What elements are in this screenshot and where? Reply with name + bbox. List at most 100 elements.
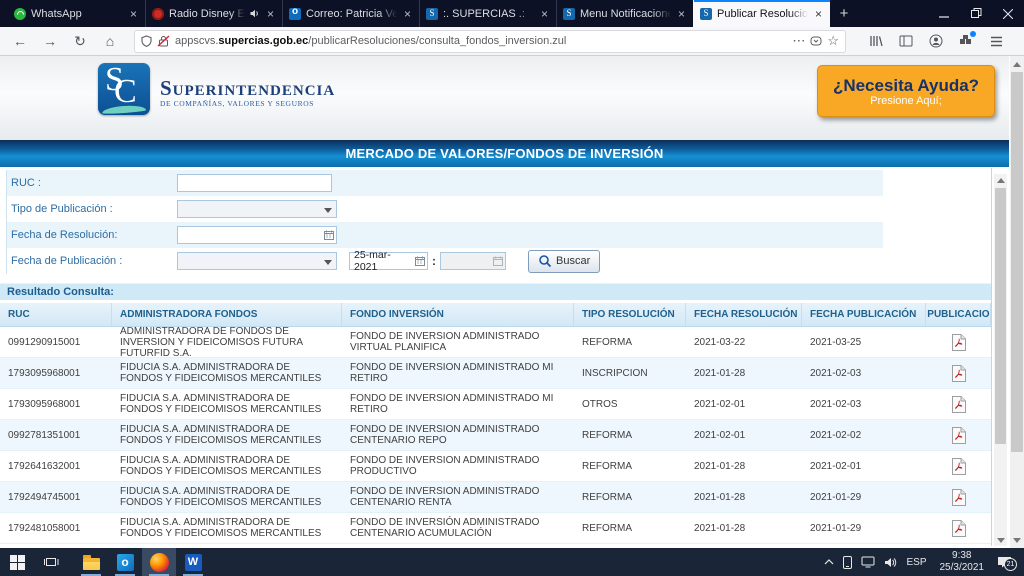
insecure-lock-icon[interactable] bbox=[157, 35, 170, 47]
table-row[interactable]: 1793095968001 FIDUCIA S.A. ADMINISTRADOR… bbox=[0, 389, 991, 420]
menu-hamburger-icon[interactable] bbox=[986, 31, 1006, 51]
tab-close-icon[interactable]: × bbox=[402, 7, 413, 21]
browser-tab[interactable]: WhatsApp × bbox=[8, 0, 145, 27]
table-row[interactable]: 0991290915001 ADMINISTRADORA DE FONDOS D… bbox=[0, 327, 991, 358]
bookmark-star-icon[interactable]: ☆ bbox=[827, 33, 839, 49]
pdf-icon[interactable] bbox=[951, 520, 966, 537]
column-header-tipo-resolucion[interactable]: TIPO RESOLUCIÓN bbox=[574, 303, 686, 326]
tab-audio-icon[interactable] bbox=[250, 9, 260, 18]
help-button[interactable]: ¿Necesita Ayuda? Presione Aquí; bbox=[817, 65, 995, 117]
address-bar[interactable]: appscvs.supercias.gob.ec/publicarResoluc… bbox=[134, 30, 846, 53]
pocket-icon[interactable] bbox=[810, 36, 822, 47]
tab-close-icon[interactable]: × bbox=[539, 7, 550, 21]
pdf-icon[interactable] bbox=[951, 489, 966, 506]
scroll-down-icon[interactable] bbox=[994, 534, 1007, 546]
inner-scrollbar-thumb[interactable] bbox=[995, 188, 1006, 444]
library-icon[interactable] bbox=[866, 31, 886, 51]
pdf-icon[interactable] bbox=[951, 365, 966, 382]
fecha-hasta-input[interactable] bbox=[440, 252, 506, 270]
minimize-button[interactable] bbox=[928, 0, 960, 27]
column-header-ruc[interactable]: RUC bbox=[0, 303, 112, 326]
outlook-button[interactable]: o bbox=[108, 548, 142, 576]
tab-close-icon[interactable]: × bbox=[128, 7, 139, 21]
cell-fondo: FONDO DE INVERSIÓN ADMINISTRADO CENTENAR… bbox=[342, 513, 574, 543]
page-actions-icon[interactable]: ⋯ bbox=[792, 33, 805, 49]
scroll-down-icon[interactable] bbox=[1010, 534, 1024, 546]
close-button[interactable] bbox=[992, 0, 1024, 27]
task-view-button[interactable] bbox=[34, 548, 68, 576]
hidden-icons-chevron-icon[interactable] bbox=[824, 559, 834, 565]
cell-fecha-publicacion: 2021-01-29 bbox=[802, 482, 926, 512]
cell-fondo: FONDO DE INVERSION ADMINISTRADO MI RETIR… bbox=[342, 358, 574, 388]
page-title: MERCADO DE VALORES/FONDOS DE INVERSIÓN bbox=[346, 146, 664, 161]
clock[interactable]: 9:38 25/3/2021 bbox=[936, 550, 989, 574]
volume-icon[interactable] bbox=[884, 557, 897, 568]
task-view-icon bbox=[43, 555, 59, 569]
cell-publicacion bbox=[926, 358, 991, 388]
extension-icon[interactable] bbox=[956, 31, 976, 51]
ruc-label: RUC : bbox=[11, 177, 177, 189]
buscar-button[interactable]: Buscar bbox=[528, 250, 600, 273]
column-header-fecha-publicacion[interactable]: FECHA PUBLICACIÓN bbox=[802, 303, 926, 326]
file-explorer-button[interactable] bbox=[74, 548, 108, 576]
calendar-icon[interactable] bbox=[415, 256, 425, 266]
table-row[interactable]: 1792494745001 FIDUCIA S.A. ADMINISTRADOR… bbox=[0, 482, 991, 513]
tipo-publicacion-select[interactable] bbox=[177, 200, 337, 218]
inner-scrollbar[interactable] bbox=[994, 174, 1007, 546]
ruc-input[interactable] bbox=[177, 174, 332, 192]
forward-button[interactable]: → bbox=[38, 30, 62, 52]
firefox-icon bbox=[150, 553, 169, 572]
word-icon: W bbox=[185, 554, 202, 571]
cell-administradora: ADMINISTRADORA DE FONDOS DE INVERSION Y … bbox=[112, 327, 342, 357]
start-button[interactable] bbox=[0, 548, 34, 576]
browser-tab[interactable]: :. SUPERCIAS .: × bbox=[419, 0, 556, 27]
your-phone-icon[interactable] bbox=[843, 556, 852, 569]
pdf-icon[interactable] bbox=[951, 334, 966, 351]
system-tray: ESP 9:38 25/3/2021 21 bbox=[824, 550, 1024, 574]
word-button[interactable]: W bbox=[176, 548, 210, 576]
search-icon bbox=[538, 254, 552, 268]
action-center-button[interactable]: 21 bbox=[997, 556, 1012, 568]
browser-tab[interactable]: Correo: Patricia Velez Yer × bbox=[282, 0, 419, 27]
browser-tab[interactable]: Publicar Resoluciones y E × bbox=[693, 0, 830, 27]
browser-tab[interactable]: Radio Disney Ecuador × bbox=[145, 0, 282, 27]
tracking-shield-icon[interactable] bbox=[141, 35, 152, 47]
table-row[interactable]: 1792481058001 FIDUCIA S.A. ADMINISTRADOR… bbox=[0, 513, 991, 544]
table-row[interactable]: 1793095968001 FIDUCIA S.A. ADMINISTRADOR… bbox=[0, 358, 991, 389]
column-header-fondo[interactable]: FONDO INVERSIÓN bbox=[342, 303, 574, 326]
outer-scrollbar-thumb[interactable] bbox=[1011, 72, 1023, 452]
column-header-fecha-resolucion[interactable]: FECHA RESOLUCIÓN bbox=[686, 303, 802, 326]
firefox-button[interactable] bbox=[142, 548, 176, 576]
fecha-publicacion-select[interactable] bbox=[177, 252, 337, 270]
browser-tab[interactable]: Menu Notificaciones Mercad × bbox=[556, 0, 693, 27]
back-button[interactable]: ← bbox=[8, 30, 32, 52]
tab-title: WhatsApp bbox=[31, 8, 123, 20]
tab-close-icon[interactable]: × bbox=[265, 7, 276, 21]
column-header-publicacion[interactable]: PUBLICACION bbox=[926, 303, 991, 326]
scroll-up-icon[interactable] bbox=[994, 174, 1007, 186]
new-tab-button[interactable]: + bbox=[830, 0, 858, 27]
scroll-up-icon[interactable] bbox=[1010, 58, 1024, 70]
fecha-desde-input[interactable]: 25-mar-2021 bbox=[349, 252, 428, 270]
fecha-resolucion-label: Fecha de Resolución: bbox=[11, 229, 177, 241]
calendar-icon[interactable] bbox=[324, 230, 334, 240]
reload-button[interactable]: ↻ bbox=[68, 30, 92, 52]
outer-scrollbar[interactable] bbox=[1010, 56, 1024, 548]
tab-favicon-icon bbox=[563, 8, 575, 20]
table-row[interactable]: 1792641632001 FIDUCIA S.A. ADMINISTRADOR… bbox=[0, 451, 991, 482]
help-button-title: ¿Necesita Ayuda? bbox=[833, 76, 979, 95]
restore-button[interactable] bbox=[960, 0, 992, 27]
tab-close-icon[interactable]: × bbox=[676, 7, 687, 21]
pdf-icon[interactable] bbox=[951, 427, 966, 444]
language-indicator[interactable]: ESP bbox=[906, 557, 926, 568]
network-icon[interactable] bbox=[861, 556, 875, 568]
table-row[interactable]: 0992781351001 FIDUCIA S.A. ADMINISTRADOR… bbox=[0, 420, 991, 451]
account-icon[interactable] bbox=[926, 31, 946, 51]
pdf-icon[interactable] bbox=[951, 458, 966, 475]
home-button[interactable]: ⌂ bbox=[98, 30, 122, 52]
fecha-resolucion-input[interactable] bbox=[177, 226, 337, 244]
pdf-icon[interactable] bbox=[951, 396, 966, 413]
column-header-administradora[interactable]: ADMINISTRADORA FONDOS bbox=[112, 303, 342, 326]
tab-close-icon[interactable]: × bbox=[813, 7, 824, 21]
sidebar-icon[interactable] bbox=[896, 31, 916, 51]
